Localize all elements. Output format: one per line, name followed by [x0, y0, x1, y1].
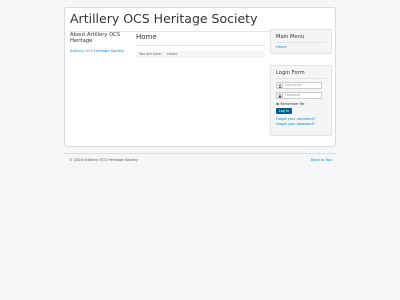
- breadcrumb-current: Home: [167, 52, 178, 56]
- footer-divider: [64, 153, 336, 154]
- username-row: Username: [276, 82, 326, 89]
- username-input[interactable]: Username: [283, 82, 322, 89]
- login-links: Forgot your username? Forgot your passwo…: [276, 117, 326, 126]
- back-to-top-link[interactable]: Back to Top: [311, 158, 332, 162]
- site-title[interactable]: Artillery OCS Heritage Society: [70, 11, 257, 26]
- main-menu-divider: [276, 42, 326, 43]
- login-form-divider: [276, 78, 326, 79]
- lock-icon: [276, 92, 283, 99]
- password-row: Password: [276, 92, 326, 99]
- about-module-title: About Artillery OCS Heritage: [70, 32, 121, 44]
- main-menu-title: Main Menu: [276, 34, 305, 40]
- breadcrumb: You are here: Home: [136, 51, 265, 58]
- forgot-password-link[interactable]: Forgot your password?: [276, 122, 326, 127]
- title-divider: [136, 45, 265, 46]
- main-content: Home You are here: Home: [136, 32, 265, 58]
- breadcrumb-label: You are here:: [139, 52, 162, 56]
- left-sidebar: About Artillery OCS Heritage Artillery O…: [70, 32, 132, 53]
- login-button[interactable]: Log in: [276, 108, 292, 114]
- page-container: Artillery OCS Heritage Society About Art…: [64, 7, 336, 147]
- login-form-module: Login Form Username Password Remember Me…: [270, 65, 332, 136]
- remember-me-row: Remember Me: [276, 102, 326, 106]
- remember-me-label: Remember Me: [280, 102, 305, 106]
- main-menu-module: Main Menu Home: [270, 29, 332, 54]
- user-icon: [276, 82, 283, 89]
- remember-me-checkbox[interactable]: [276, 102, 279, 106]
- about-link[interactable]: Artillery OCS Heritage Society: [70, 49, 132, 53]
- login-form-title: Login Form: [276, 70, 305, 76]
- menu-item-home[interactable]: Home: [276, 45, 326, 49]
- page-title: Home: [136, 33, 157, 41]
- password-input[interactable]: Password: [283, 92, 322, 99]
- footer-copyright: © 2020 Artillery OCS Heritage Society: [69, 158, 138, 162]
